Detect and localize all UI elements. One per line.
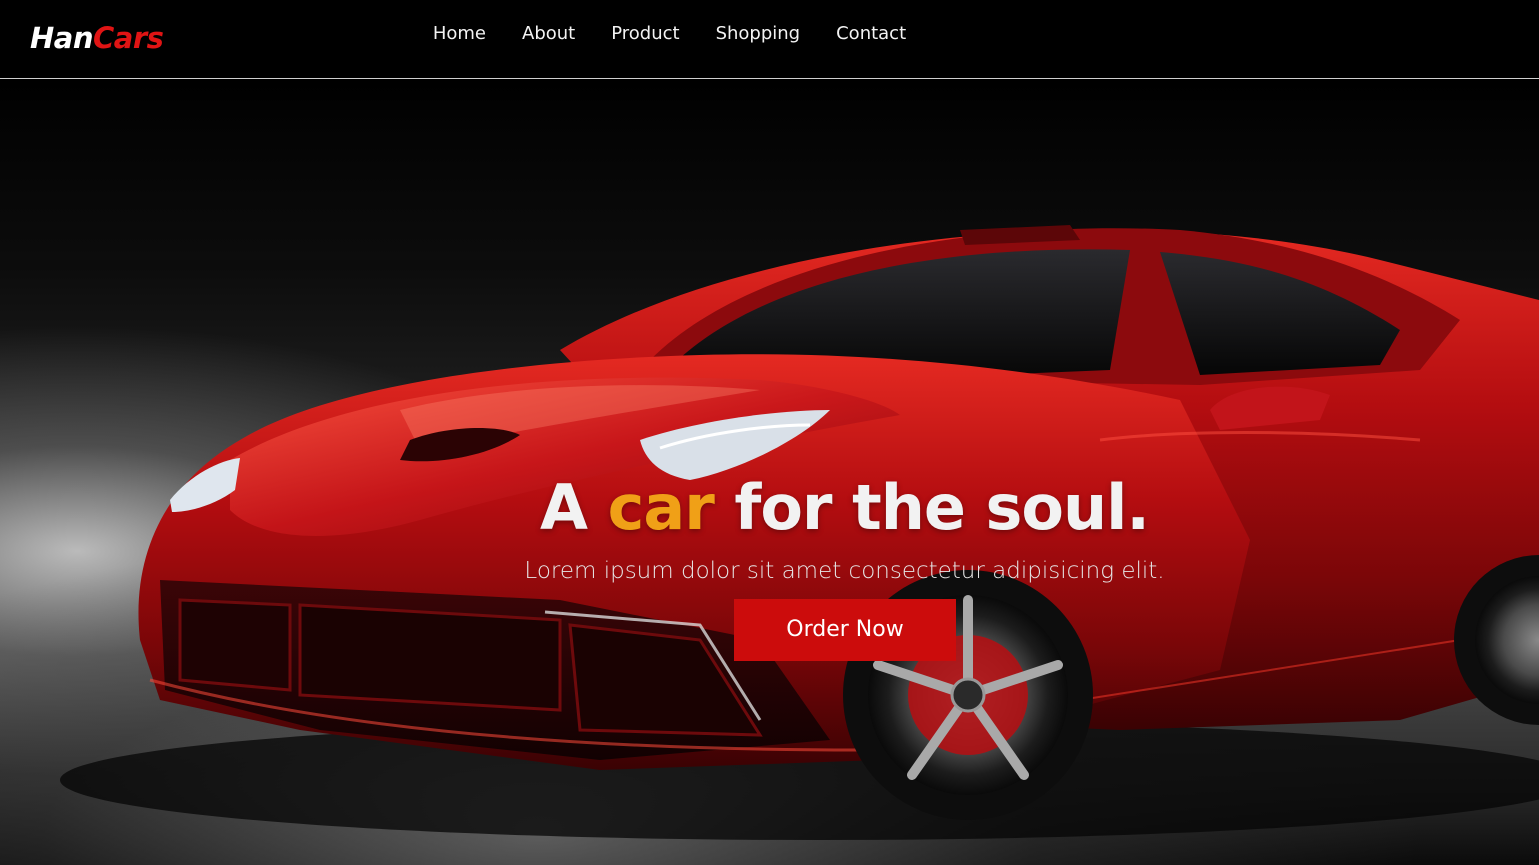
nav-shopping-link[interactable]: Shopping xyxy=(716,22,801,48)
nav-contact-link[interactable]: Contact xyxy=(836,22,906,48)
order-now-button[interactable]: Order Now xyxy=(734,599,956,661)
main-nav: Home About Product Shopping Contact xyxy=(0,22,1539,48)
navbar: HanCars Home About Product Shopping Cont… xyxy=(0,0,1539,79)
hero-headline: A car for the soul. xyxy=(0,468,1539,548)
headline-text-before: A xyxy=(540,471,608,544)
nav-home-link[interactable]: Home xyxy=(433,22,486,48)
headline-text-after: for the soul. xyxy=(713,471,1150,544)
nav-product-link[interactable]: Product xyxy=(611,22,679,48)
nav-about-link[interactable]: About xyxy=(522,22,575,48)
headline-accent-word: car xyxy=(607,471,715,544)
hero-section: A car for the soul. Lorem ipsum dolor si… xyxy=(0,80,1539,865)
hero-subtitle: Lorem ipsum dolor sit amet consectetur a… xyxy=(524,558,1165,584)
